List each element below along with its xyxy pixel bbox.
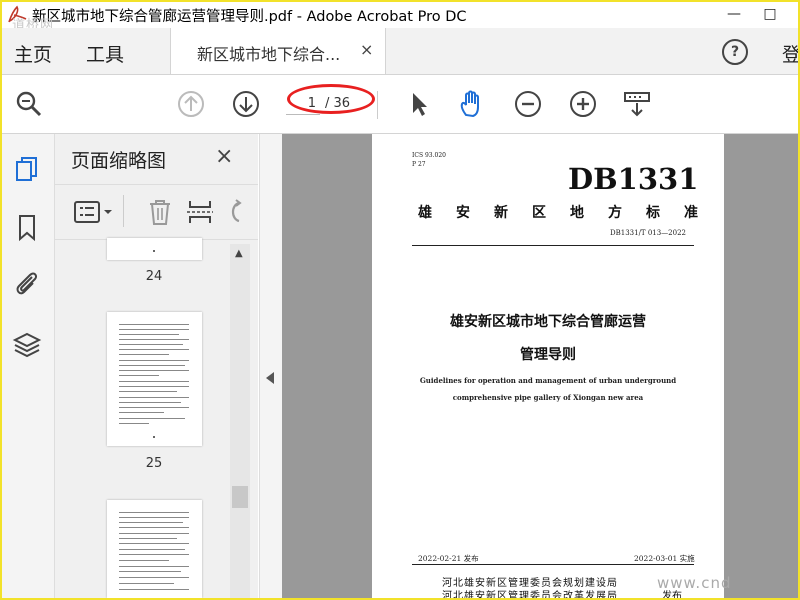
next-page-icon[interactable]: [231, 89, 261, 119]
insert-page-icon[interactable]: [185, 197, 215, 227]
bookmark-icon[interactable]: [12, 212, 42, 242]
scroll-mode-icon[interactable]: [622, 89, 652, 119]
menu-tools[interactable]: 工具: [86, 40, 124, 67]
watermark-url: www.cnd: [657, 574, 732, 592]
app-window: 新区城市地下综合管廊运营管理导则.pdf - Adobe Acrobat Pro…: [0, 0, 800, 600]
page-english-title-line1: Guidelines for operation and management …: [419, 376, 677, 385]
panel-collapse-handle[interactable]: [259, 134, 282, 598]
scrollbar-thumb[interactable]: [232, 486, 248, 508]
page-thumbnails-icon[interactable]: [12, 154, 42, 184]
menu-home[interactable]: 主页: [14, 40, 52, 67]
document-view[interactable]: ICS 93.020 P 27 DB1331 雄安新区地方标准 DB1331/T…: [282, 134, 798, 598]
window-title: 新区城市地下综合管廊运营管理导则.pdf - Adobe Acrobat Pro…: [32, 9, 467, 25]
layers-icon[interactable]: [12, 330, 42, 360]
document-tab-label: 新区城市地下综合...: [197, 45, 341, 64]
previous-page-icon[interactable]: [176, 89, 206, 119]
delete-page-icon[interactable]: [145, 197, 175, 227]
thumbnails-panel-title: 页面缩略图: [71, 150, 167, 172]
page-implement-date: 2022-03-01 实施: [634, 554, 695, 563]
thumbnails-toolbar-divider: [123, 195, 124, 227]
page-db-number: DB1331: [568, 162, 699, 196]
login-button[interactable]: 登: [782, 40, 798, 67]
zoom-out-icon[interactable]: [513, 89, 543, 119]
page-local-standard: 雄安新区地方标准: [418, 205, 722, 221]
maximize-button[interactable]: □: [752, 2, 788, 28]
document-tab[interactable]: 新区城市地下综合... ×: [170, 28, 386, 74]
page-thumbnail-label: 24: [145, 269, 163, 284]
page-thumbnail[interactable]: [107, 312, 202, 446]
minimize-button[interactable]: —: [716, 2, 752, 28]
menu-bar: 主页 工具 新区城市地下综合... × ? 登: [2, 28, 798, 75]
collapse-arrow-icon: [266, 372, 274, 384]
toolbar-divider: [377, 91, 378, 119]
zoom-in-icon[interactable]: [568, 89, 598, 119]
page-ics-code: ICS 93.020: [412, 152, 446, 159]
page-footer-rule: [412, 564, 694, 565]
thumbnails-panel-close-button[interactable]: ×: [215, 144, 233, 169]
page-header-rule: [412, 245, 694, 246]
page-title-line1: 雄安新区城市地下综合管廊运营: [450, 314, 646, 330]
thumbnail-options-icon[interactable]: [73, 197, 113, 227]
page-title-line2: 管理导则: [520, 347, 576, 363]
left-nav-rail: [2, 134, 55, 598]
page-thumbnail[interactable]: [107, 238, 202, 260]
page-issue-date: 2022-02-21 发布: [418, 554, 479, 563]
main-toolbar: / 36: [2, 75, 798, 134]
thumbnails-scrollbar[interactable]: [230, 244, 250, 598]
thumbnails-toolbar: [55, 184, 258, 240]
red-annotation-ellipse: [287, 84, 375, 114]
thumbnails-panel: 页面缩略图 × 24 25 ▲: [55, 134, 258, 598]
title-bar: 新区城市地下综合管廊运营管理导则.pdf - Adobe Acrobat Pro…: [2, 2, 798, 28]
hand-tool-icon[interactable]: [457, 89, 487, 119]
select-cursor-icon[interactable]: [404, 89, 434, 119]
page-thumbnail[interactable]: [107, 500, 202, 598]
scroll-up-arrow-icon[interactable]: ▲: [235, 248, 243, 259]
help-icon[interactable]: ?: [722, 39, 748, 65]
page-p-code: P 27: [412, 161, 426, 168]
document-tab-close-button[interactable]: ×: [360, 40, 373, 59]
rotate-page-icon[interactable]: [225, 197, 255, 227]
page-standard-code: DB1331/T 013—2022: [610, 229, 686, 237]
attachment-icon[interactable]: [12, 268, 42, 298]
page-english-title-line2: comprehensive pipe gallery of Xiongan ne…: [452, 393, 644, 402]
page-thumbnail-label: 25: [145, 456, 163, 471]
zoom-search-icon[interactable]: [14, 89, 44, 119]
page-organization-2: 河北雄安新区管理委员会改革发展局: [442, 591, 618, 600]
pdf-page: ICS 93.020 P 27 DB1331 雄安新区地方标准 DB1331/T…: [372, 134, 724, 598]
